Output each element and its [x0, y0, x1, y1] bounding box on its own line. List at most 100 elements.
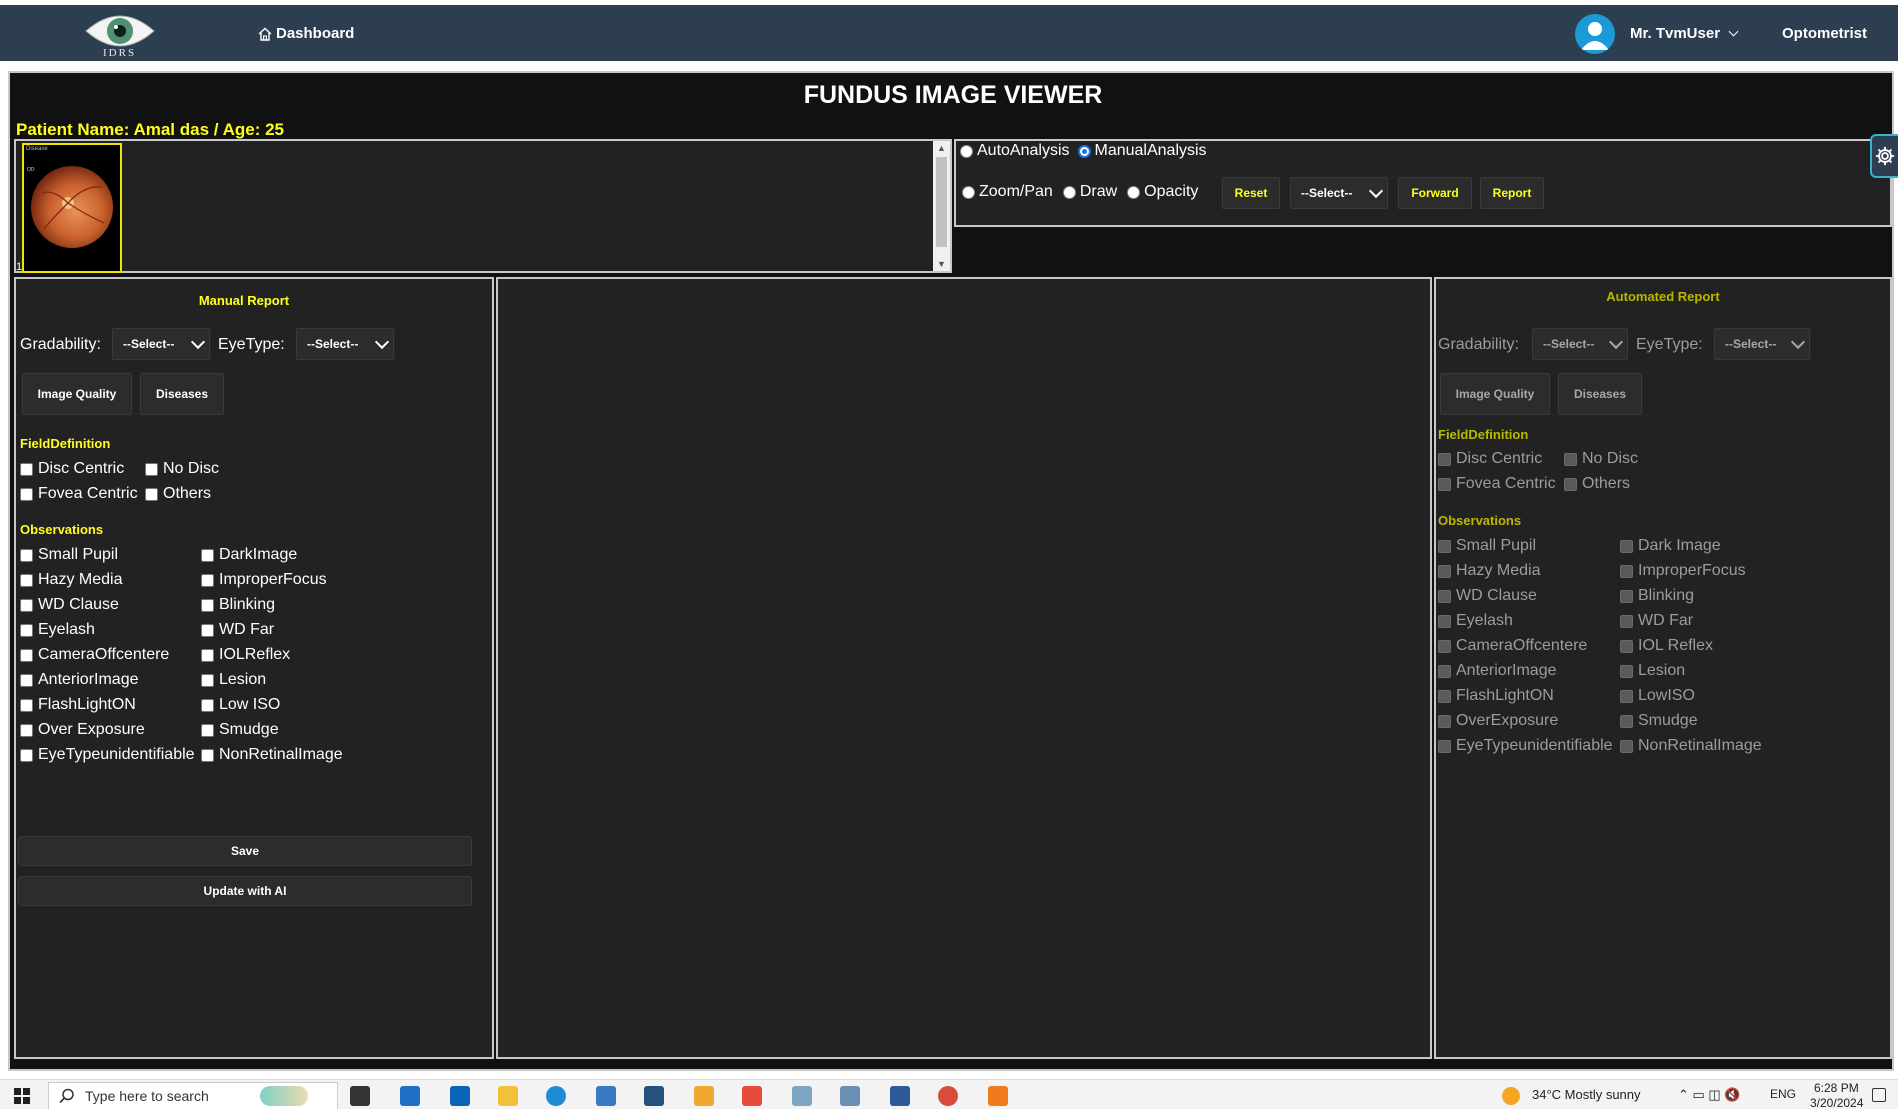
checkbox[interactable] [145, 487, 158, 501]
observation-checkbox[interactable]: Over Exposure [20, 721, 145, 739]
observation-checkbox: Small Pupil [1438, 537, 1536, 555]
report-button[interactable]: Report [1480, 177, 1544, 209]
gradability-select[interactable]: --Select-- [112, 328, 210, 360]
checkbox[interactable] [201, 748, 214, 762]
manual-analysis-label: ManualAnalysis [1094, 142, 1207, 159]
task-view-icon[interactable] [350, 1086, 370, 1106]
save-button[interactable]: Save [18, 836, 472, 866]
observation-checkbox[interactable]: NonRetinalImage [201, 746, 343, 764]
tray-icons[interactable]: ⌃ ▭ ◫ 🔇 [1678, 1087, 1740, 1103]
observation-checkbox[interactable]: FlashLightON [20, 696, 136, 714]
forward-button[interactable]: Forward [1398, 177, 1472, 209]
checkbox[interactable] [201, 623, 214, 637]
clock-time[interactable]: 6:28 PM [1814, 1081, 1859, 1095]
weather-text[interactable]: 34°C Mostly sunny [1532, 1087, 1641, 1102]
field-fovea-centric[interactable]: Fovea Centric [20, 485, 138, 503]
user-menu[interactable]: Mr. TvmUser [1630, 25, 1739, 42]
settings-tab[interactable] [1870, 134, 1898, 178]
observation-checkbox[interactable]: WD Far [201, 621, 274, 639]
checkbox[interactable] [20, 748, 33, 762]
weather-icon[interactable] [1502, 1087, 1520, 1105]
observation-checkbox[interactable]: IOLReflex [201, 646, 290, 664]
checkbox-label: Hazy Media [38, 571, 123, 588]
checkbox[interactable] [20, 698, 33, 712]
checkbox [1438, 452, 1451, 466]
diseases-button[interactable]: Diseases [140, 373, 224, 415]
network-app-icon[interactable] [644, 1086, 664, 1106]
checkbox[interactable] [201, 598, 214, 612]
reset-button[interactable]: Reset [1222, 177, 1280, 209]
observations-title: Observations [20, 522, 104, 537]
radio-auto-analysis[interactable] [960, 144, 973, 158]
scroll-down-icon[interactable]: ▼ [933, 257, 950, 271]
radio-zoom-pan[interactable] [962, 185, 975, 199]
store-icon[interactable] [400, 1086, 420, 1106]
observation-checkbox[interactable]: CameraOffcentere [20, 646, 169, 664]
file-explorer-icon[interactable] [498, 1086, 518, 1106]
image-canvas[interactable] [496, 277, 1432, 1059]
observation-checkbox[interactable]: Lesion [201, 671, 266, 689]
radio-manual-analysis[interactable] [1077, 144, 1091, 158]
checkbox-label: OverExposure [1456, 712, 1559, 729]
eyetype-select[interactable]: --Select-- [296, 328, 394, 360]
observation-checkbox[interactable]: WD Clause [20, 596, 119, 614]
checkbox[interactable] [201, 648, 214, 662]
checkbox[interactable] [201, 548, 214, 562]
observation-checkbox[interactable]: Low ISO [201, 696, 280, 714]
checkbox[interactable] [20, 673, 33, 687]
scroll-up-icon[interactable]: ▲ [933, 141, 950, 155]
checkbox[interactable] [20, 487, 33, 501]
tool-select[interactable]: --Select-- [1290, 177, 1388, 209]
observation-checkbox[interactable]: Eyelash [20, 621, 95, 639]
dashboard-link[interactable]: Dashboard [258, 25, 354, 42]
thumbnail-image[interactable]: Disease OD [22, 143, 122, 273]
app-icon[interactable] [988, 1086, 1008, 1106]
observation-checkbox[interactable]: EyeTypeunidentifiable [20, 746, 195, 764]
edge-icon[interactable] [546, 1086, 566, 1106]
image-quality-button[interactable]: Image Quality [22, 373, 132, 415]
language-indicator[interactable]: ENG [1770, 1087, 1796, 1101]
chevron-down-icon [1368, 183, 1384, 198]
checkbox[interactable] [201, 573, 214, 587]
checkbox[interactable] [201, 723, 214, 737]
search-icon [59, 1088, 74, 1104]
checkbox[interactable] [20, 573, 33, 587]
observation-checkbox[interactable]: Small Pupil [20, 546, 118, 564]
observation-checkbox[interactable]: Blinking [201, 596, 275, 614]
checkbox[interactable] [20, 623, 33, 637]
observation-checkbox[interactable]: DarkImage [201, 546, 297, 564]
mail-icon[interactable] [450, 1086, 470, 1106]
page-title: FUNDUS IMAGE VIEWER [803, 81, 1103, 109]
field-others[interactable]: Others [145, 485, 211, 503]
calculator-icon[interactable] [596, 1086, 616, 1106]
field-no-disc[interactable]: No Disc [145, 460, 219, 478]
thumbnail-scrollbar[interactable]: ▲ ▼ [933, 141, 950, 271]
radio-draw[interactable] [1062, 185, 1076, 199]
notification-icon[interactable] [1872, 1088, 1886, 1102]
observation-checkbox[interactable]: AnteriorImage [20, 671, 139, 689]
update-with-ai-button[interactable]: Update with AI [18, 876, 472, 906]
remote-desktop-icon[interactable] [890, 1086, 910, 1106]
chrome-icon[interactable] [938, 1086, 958, 1106]
checkbox[interactable] [145, 462, 158, 476]
clock-date[interactable]: 3/20/2024 [1810, 1096, 1863, 1109]
windows-start-icon[interactable] [14, 1088, 30, 1104]
notes-icon[interactable] [792, 1086, 812, 1106]
observation-checkbox[interactable]: Smudge [201, 721, 279, 739]
radio-opacity[interactable] [1127, 185, 1141, 199]
field-disc-centric[interactable]: Disc Centric [20, 460, 124, 478]
paint-icon[interactable] [840, 1086, 860, 1106]
user-avatar[interactable] [1575, 14, 1615, 54]
checkbox[interactable] [20, 598, 33, 612]
scrollbar-thumb[interactable] [936, 157, 947, 247]
checkbox[interactable] [201, 673, 214, 687]
observation-checkbox[interactable]: ImproperFocus [201, 571, 327, 589]
observation-checkbox[interactable]: Hazy Media [20, 571, 122, 589]
anydesk-icon[interactable] [742, 1086, 762, 1106]
outlook-icon[interactable] [694, 1086, 714, 1106]
checkbox[interactable] [201, 698, 214, 712]
checkbox[interactable] [20, 648, 33, 662]
checkbox[interactable] [20, 723, 33, 737]
checkbox[interactable] [20, 548, 33, 562]
checkbox[interactable] [20, 462, 33, 476]
